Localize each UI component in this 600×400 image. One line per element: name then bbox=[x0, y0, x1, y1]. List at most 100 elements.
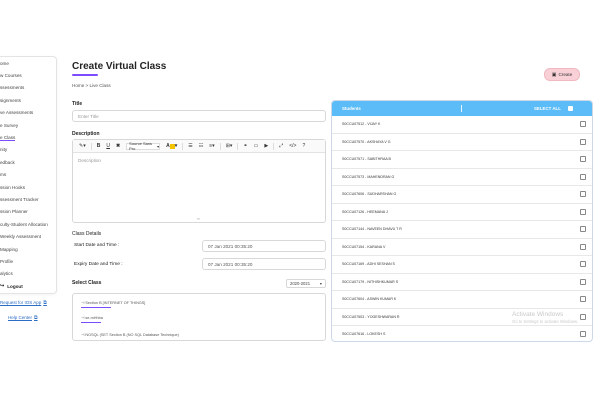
student-checkbox[interactable] bbox=[580, 191, 586, 198]
save-icon: ▣ bbox=[551, 71, 557, 78]
bold-icon[interactable]: B bbox=[97, 143, 101, 149]
sidebar-item[interactable]: culty-Student Allocation bbox=[0, 218, 56, 230]
description-editor[interactable]: ✎▾ B U ✖ Source Sans Pro ▾ A ▾ ☰ ☷ ≡▾ ⊞▾ ⚭… bbox=[72, 139, 326, 223]
sidebar-item[interactable]: ssion Planner bbox=[0, 206, 56, 218]
align-icon[interactable]: ≡▾ bbox=[209, 143, 214, 149]
student-checkbox[interactable] bbox=[580, 121, 586, 128]
sidebar-item[interactable]: edback bbox=[0, 156, 56, 168]
sidebar-item[interactable]: e Survey bbox=[0, 119, 56, 131]
sidebar-item[interactable]: ssessments bbox=[0, 82, 56, 94]
student-rows: S0CCU07512 - VIJAY K S0CCU07570 - AKSHAYA… bbox=[332, 116, 592, 341]
ordered-list-icon[interactable]: ☷ bbox=[199, 143, 203, 149]
sidebar-item[interactable]: Profile bbox=[0, 255, 56, 267]
expiry-date-value: 07 Jan 2021 00:35:20 bbox=[208, 261, 253, 267]
sidebar-item-label: ssessment Tracker bbox=[0, 196, 39, 202]
sidebar-item-label: Profile bbox=[0, 258, 14, 264]
sidebar-item[interactable]: ssessment Tracker bbox=[0, 193, 56, 205]
link-icon[interactable]: ⚭ bbox=[243, 143, 247, 149]
sidebar-item[interactable]: Mapping bbox=[0, 243, 56, 255]
ios-app-link-label: Request for IOS App bbox=[0, 300, 42, 305]
student-row: S0CCU07144 - NAVEEN DHAVU T R bbox=[332, 221, 592, 239]
underline-icon[interactable]: U bbox=[106, 143, 110, 149]
student-checkbox[interactable] bbox=[580, 261, 586, 268]
sidebar-item[interactable]: ssion Hooks bbox=[0, 181, 56, 193]
create-button[interactable]: ▣ Create bbox=[544, 68, 580, 81]
title-placeholder: Enter Title bbox=[78, 113, 99, 119]
sidebar-item[interactable]: ome bbox=[0, 57, 56, 69]
help-icon[interactable]: ? bbox=[302, 143, 305, 149]
sidebar-item[interactable]: e Class bbox=[0, 131, 56, 143]
sidebar-item-label: ssessments bbox=[0, 85, 25, 91]
sidebar-item-label: culty-Student Allocation bbox=[0, 221, 48, 227]
table-icon[interactable]: ⊞▾ bbox=[226, 143, 233, 149]
sidebar-item[interactable]: signments bbox=[0, 94, 56, 106]
help-center-label: Help Center bbox=[8, 315, 33, 320]
student-checkbox[interactable] bbox=[580, 208, 586, 215]
select-class-label: Select Class bbox=[72, 280, 102, 286]
logout-label: Logout bbox=[7, 283, 23, 289]
academic-year-value: 2020-2021 bbox=[290, 281, 311, 286]
logout-icon: ↪ bbox=[0, 283, 5, 290]
student-name: S0CCU07126 - HEEMANA J bbox=[342, 209, 388, 214]
sidebar-item-label: nity bbox=[0, 147, 8, 153]
class-option-underline bbox=[81, 307, 111, 308]
student-checkbox[interactable] bbox=[580, 243, 586, 250]
student-checkbox[interactable] bbox=[580, 313, 586, 320]
video-icon[interactable]: ▶ bbox=[264, 143, 268, 149]
student-checkbox[interactable] bbox=[580, 226, 586, 233]
start-date-input[interactable]: 07 Jan 2021 00:35:20 bbox=[202, 240, 326, 252]
sidebar-item[interactable]: ms bbox=[0, 169, 56, 181]
class-list: ⊣ Section B [INTERNET OF THINGS] ⊣ se-mH… bbox=[72, 293, 326, 341]
code-view-icon[interactable]: </> bbox=[289, 143, 296, 149]
text-color-icon[interactable]: A ▾ bbox=[166, 143, 177, 149]
sidebar-item[interactable]: alytics bbox=[0, 268, 56, 280]
fullscreen-icon[interactable]: ⤢ bbox=[279, 143, 283, 149]
student-checkbox[interactable] bbox=[580, 138, 586, 145]
toolbar-divider bbox=[237, 142, 239, 150]
sidebar-item[interactable]: nity bbox=[0, 144, 56, 156]
sidebar-item-label: signments bbox=[0, 97, 21, 103]
student-row: S0CCU07571 - SABITHRAA B bbox=[332, 151, 592, 169]
ios-app-link[interactable]: Request for IOS App ⧉ bbox=[0, 300, 47, 306]
select-all-checkbox[interactable] bbox=[568, 106, 573, 111]
student-name: S0CCU07606 - SUDHARSHAN G bbox=[342, 192, 397, 197]
eraser-icon[interactable]: ✖ bbox=[116, 143, 120, 149]
sidebar-item[interactable]: Weekly Assessment bbox=[0, 230, 56, 242]
student-row: S0CCU07179 - NITHISHKUMAR S bbox=[332, 274, 592, 291]
class-option-label: se-mHhba bbox=[85, 316, 103, 320]
sidebar-item[interactable]: w Courses bbox=[0, 69, 56, 81]
sidebar-item-label: Mapping bbox=[0, 246, 18, 252]
magic-format-icon[interactable]: ✎▾ bbox=[79, 143, 86, 149]
class-option-label: NOSQL (SET Section B (NO SQL Database Te… bbox=[85, 333, 179, 337]
help-center-link[interactable]: Help Center ⧉ bbox=[8, 315, 38, 321]
sidebar-item[interactable]: ve Assessments bbox=[0, 107, 56, 119]
description-label: Description bbox=[72, 131, 100, 137]
sidebar: ome w Courses ssessments signments ve Assess… bbox=[0, 56, 57, 294]
resize-handle[interactable]: ═ bbox=[197, 216, 200, 221]
class-option[interactable]: ⊣ Section B [INTERNET OF THINGS] bbox=[81, 300, 145, 305]
title-input[interactable]: Enter Title bbox=[72, 110, 326, 122]
student-checkbox[interactable] bbox=[580, 173, 586, 180]
logout-button[interactable]: ↪ Logout bbox=[0, 280, 56, 292]
student-row: S0CCU07606 - SUDHARSHAN G bbox=[332, 186, 592, 204]
toolbar-divider bbox=[219, 142, 221, 150]
image-icon[interactable]: ▭ bbox=[254, 143, 259, 149]
student-name: S0CCU07154 - KARANA V bbox=[342, 244, 386, 249]
class-option[interactable]: ⊣ NOSQL (SET Section B (NO SQL Database … bbox=[81, 332, 179, 337]
student-name: S0CCU07571 - SABITHRAA B bbox=[342, 157, 391, 162]
unordered-list-icon[interactable]: ☰ bbox=[188, 143, 192, 149]
class-option[interactable]: ⊣ se-mHhba bbox=[81, 315, 103, 320]
student-row: S0CCU07126 - HEEMANA J bbox=[332, 204, 592, 221]
font-family-select[interactable]: Source Sans Pro ▾ bbox=[126, 141, 161, 151]
student-checkbox[interactable] bbox=[580, 331, 586, 338]
academic-year-select[interactable]: 2020-2021 ▾ bbox=[286, 279, 326, 288]
breadcrumb: Home > Live Class bbox=[72, 83, 111, 88]
student-checkbox[interactable] bbox=[580, 278, 586, 285]
header-divider bbox=[461, 105, 462, 112]
sidebar-item-label: ve Assessments bbox=[0, 110, 34, 116]
expiry-date-input[interactable]: 07 Jan 2021 00:35:20 bbox=[202, 258, 326, 270]
student-checkbox[interactable] bbox=[580, 296, 586, 303]
start-date-label: Start Date and Time : bbox=[74, 243, 120, 248]
color-swatch bbox=[169, 143, 175, 149]
student-checkbox[interactable] bbox=[580, 156, 586, 163]
